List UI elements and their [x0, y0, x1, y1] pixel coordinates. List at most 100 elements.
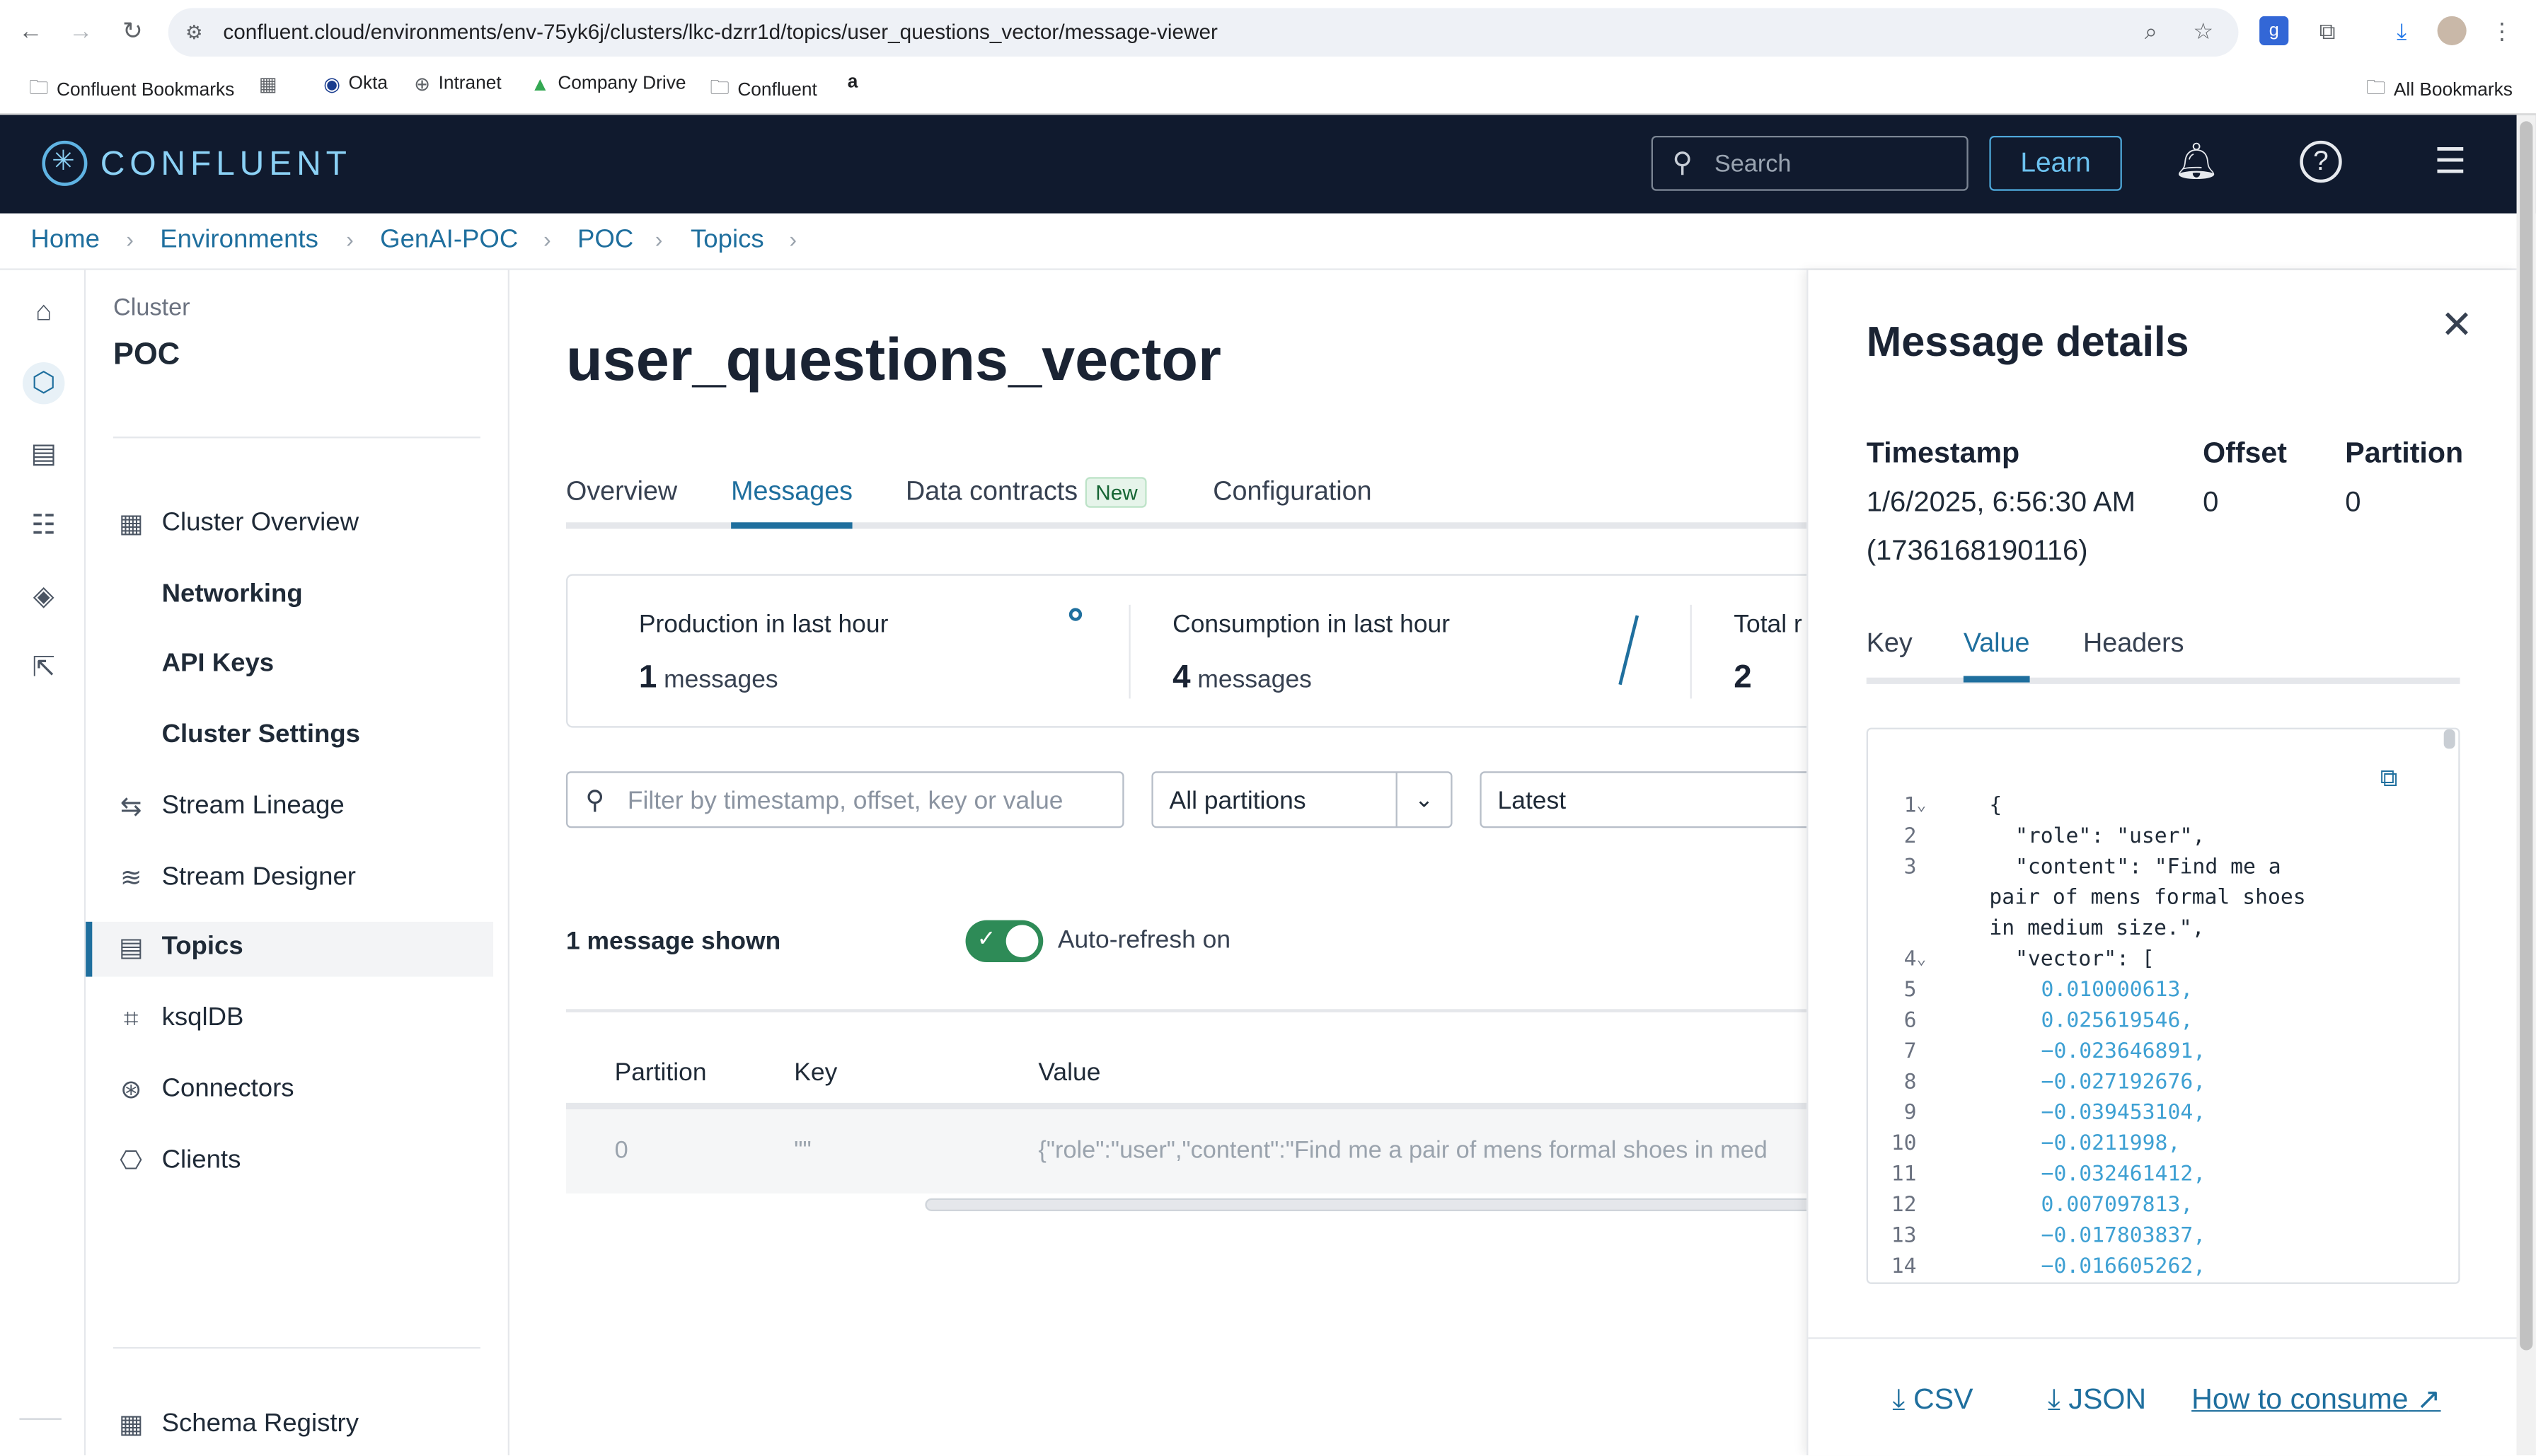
code-scrollbar[interactable] — [2443, 729, 2455, 749]
app-header: CONFLUENT ⚲ Search Learn 🔔︎ ? ☰ — [0, 115, 2536, 214]
reload-icon[interactable]: ↻ — [117, 16, 149, 49]
tab-key[interactable]: Key — [1867, 629, 1913, 676]
line-number: 3 — [1903, 855, 1917, 880]
apps-grid-icon[interactable]: ▦ — [259, 73, 277, 96]
column-header-key[interactable]: Key — [794, 1059, 837, 1088]
download-csv-link[interactable]: ⤓ CSV — [1892, 1382, 1973, 1416]
chevron-right-icon: › — [655, 226, 663, 253]
fold-chevron-icon[interactable]: ⌄ — [1917, 944, 1933, 975]
sidebar-item-topics[interactable]: ▤ Topics — [86, 921, 494, 977]
code-text: −0.032461412, — [2041, 1162, 2206, 1187]
tab-messages[interactable]: Messages — [731, 477, 853, 529]
check-icon: ✓ — [976, 925, 996, 951]
puzzle-icon[interactable]: ⧉ — [2313, 16, 2342, 45]
how-to-consume-link[interactable]: How to consume ↗ — [2191, 1382, 2440, 1416]
help-icon[interactable]: ? — [2300, 140, 2342, 183]
column-header-partition[interactable]: Partition — [615, 1059, 707, 1088]
data-portal-icon[interactable]: ▤ — [23, 434, 64, 475]
code-text: −0.017803837, — [2041, 1224, 2206, 1249]
okta-icon: ◉ — [323, 72, 341, 96]
tab-data-contracts[interactable]: Data contracts New — [906, 477, 1148, 522]
code-text: 0.007097813, — [2041, 1193, 2194, 1218]
download-icon[interactable]: ⤓ — [2387, 16, 2416, 45]
stream-governance-icon[interactable]: ☷ — [23, 504, 64, 546]
message-value-code[interactable]: ⧉ 1 ⌄{2 "role": "user", 3 "content": "Find m… — [1866, 727, 2460, 1284]
hamburger-menu-icon[interactable]: ☰ — [2426, 137, 2475, 186]
bookmark-confluent-bookmarks[interactable]: 🗀 Confluent Bookmarks — [29, 73, 234, 107]
scrollbar-thumb[interactable] — [2520, 121, 2533, 1351]
url-text[interactable]: confluent.cloud/environments/env-75yk6j/… — [223, 19, 1217, 43]
code-text: pair of mens formal shoes — [1989, 886, 2306, 911]
column-header-value[interactable]: Value — [1038, 1059, 1100, 1088]
bookmark-intranet[interactable]: ⊕ Intranet — [414, 73, 502, 96]
partition-label: Partition — [2345, 437, 2464, 469]
sidebar-item-cluster-overview[interactable]: ▦ Cluster Overview — [86, 498, 493, 553]
header-search[interactable]: ⚲ Search — [1651, 135, 1969, 191]
app-root: ← → ↻ ⚙ confluent.cloud/environments/env… — [0, 0, 2536, 1456]
download-json-link[interactable]: ⤓ JSON — [2048, 1382, 2146, 1416]
sidebar-item-stream-lineage[interactable]: ⇆ Stream Lineage — [86, 781, 493, 836]
browser-menu-icon[interactable]: ⋮ — [2487, 16, 2516, 45]
tab-configuration[interactable]: Configuration — [1213, 477, 1371, 522]
tab-overview[interactable]: Overview — [566, 477, 677, 522]
schema-icon[interactable]: ◈ — [23, 576, 64, 618]
tab-value[interactable]: Value — [1963, 629, 2030, 683]
amazon-icon[interactable]: a — [848, 73, 858, 92]
cell-value: {"role":"user","content":"Find me a pair… — [1038, 1136, 1768, 1165]
bookmark-company-drive[interactable]: ▲ Company Drive — [531, 73, 686, 96]
sidebar-item-schema-registry[interactable]: ▦ Schema Registry — [86, 1399, 493, 1454]
breadcrumb-topics[interactable]: Topics — [691, 226, 764, 255]
connectors-icon: ⊛ — [120, 1077, 142, 1105]
confluent-logo-icon[interactable] — [42, 140, 88, 186]
bookmark-confluent[interactable]: 🗀 Confluent — [710, 73, 817, 107]
address-bar[interactable]: ⚙ confluent.cloud/environments/env-75yk6… — [168, 8, 2239, 57]
profile-avatar[interactable] — [2437, 16, 2467, 45]
chevron-right-icon: › — [789, 226, 797, 253]
sidebar-item-label: Topics — [161, 932, 243, 961]
close-icon[interactable]: ✕ — [2436, 305, 2477, 347]
learn-button[interactable]: Learn — [1989, 135, 2122, 191]
breadcrumb-poc[interactable]: POC — [577, 226, 633, 255]
code-line: 10 −0.0211998, — [1868, 1128, 2450, 1159]
tab-headers[interactable]: Headers — [2083, 629, 2184, 676]
sidebar-item-api-keys[interactable]: API Keys — [86, 639, 493, 694]
brand-name[interactable]: CONFLUENT — [100, 146, 352, 185]
auto-refresh-toggle[interactable]: ✓ — [965, 920, 1044, 962]
total-value: 2 — [1734, 660, 1751, 698]
forward-icon[interactable]: → — [64, 16, 97, 49]
message-filter-input[interactable]: ⚲ Filter by timestamp, offset, key or va… — [565, 771, 1124, 828]
home-icon[interactable]: ⌂ — [23, 291, 64, 333]
site-info-icon[interactable]: ⚙ — [181, 19, 207, 45]
window-scrollbar[interactable] — [2516, 115, 2536, 1456]
sidebar-item-stream-designer[interactable]: ≋ Stream Designer — [86, 853, 493, 908]
bookmark-okta[interactable]: ◉ Okta — [323, 73, 388, 96]
sidebar-item-networking[interactable]: Networking — [86, 570, 493, 625]
dashboard-icon: ▦ — [118, 511, 144, 539]
code-line: 3 "content": "Find me a — [1868, 853, 2450, 883]
extension-icon[interactable]: g — [2259, 16, 2289, 45]
breadcrumb-environments[interactable]: Environments — [160, 226, 318, 255]
back-icon[interactable]: ← — [15, 16, 47, 49]
line-number: 12 — [1891, 1193, 1917, 1218]
sidebar-item-ksqldb[interactable]: ⌗ ksqlDB — [86, 993, 493, 1048]
zoom-icon[interactable]: ⌕ — [2145, 18, 2157, 45]
table-horizontal-scrollbar[interactable] — [925, 1198, 1896, 1211]
partition-select[interactable]: All partitions ⌄ — [1151, 771, 1453, 828]
breadcrumb-genai-poc[interactable]: GenAI-POC — [380, 226, 518, 255]
star-icon[interactable]: ☆ — [2193, 18, 2213, 45]
code-line: 2 "role": "user", — [1868, 821, 2450, 852]
environments-icon[interactable]: ⬡ — [22, 362, 65, 405]
bookmark-all-bookmarks[interactable]: 🗀 All Bookmarks — [2366, 73, 2513, 107]
sidebar-divider — [113, 437, 480, 439]
sidebar-item-cluster-settings[interactable]: Cluster Settings — [86, 710, 493, 765]
rail-divider — [19, 1418, 62, 1420]
sidebar-item-clients[interactable]: ⎔ Clients — [86, 1136, 493, 1191]
share-icon[interactable]: ⇱ — [23, 647, 64, 688]
chevron-down-icon[interactable]: ⌄ — [1395, 773, 1451, 826]
breadcrumb-home[interactable]: Home — [30, 226, 100, 255]
bell-icon[interactable]: 🔔︎ — [2172, 137, 2221, 186]
code-line: in medium size.", — [1868, 913, 2450, 944]
copy-icon[interactable]: ⧉ — [2374, 765, 2403, 794]
fold-chevron-icon[interactable]: ⌄ — [1917, 791, 1933, 821]
sidebar-item-connectors[interactable]: ⊛ Connectors — [86, 1064, 493, 1119]
